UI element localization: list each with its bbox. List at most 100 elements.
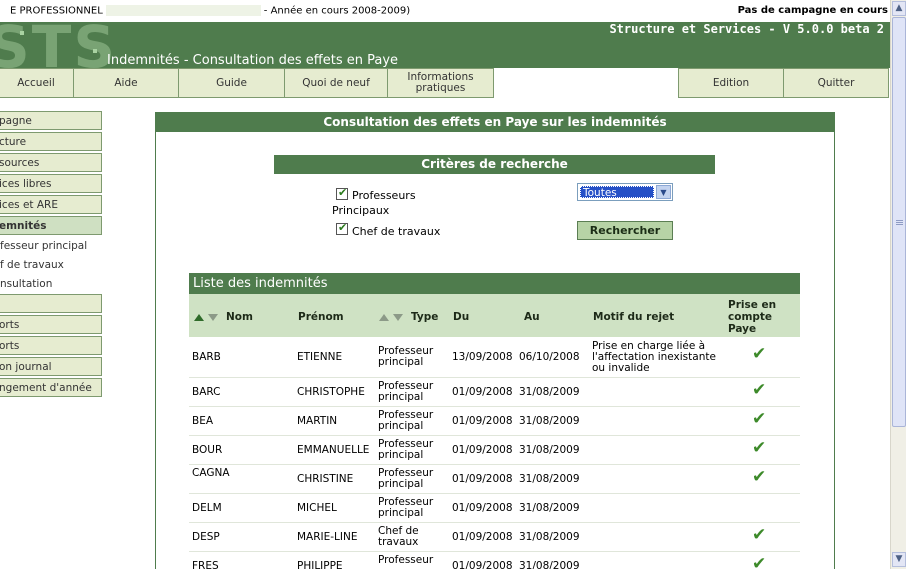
- cell-type-line2: principal: [378, 391, 424, 403]
- cell-nom: FRES: [192, 560, 219, 569]
- cell-du: 01/09/2008: [452, 560, 513, 569]
- app-logo: STS: [0, 22, 118, 68]
- list-header: Nom Prénom Type Du Au Motif du rejet Pri…: [189, 294, 800, 337]
- cell-au: 06/10/2008: [519, 351, 580, 363]
- sidebar-item-changement-annee[interactable]: ngement d'année: [0, 378, 102, 397]
- cell-au: 31/08/2009: [519, 444, 580, 456]
- table-row: DESP MARIE-LINE Chef de travaux 01/09/20…: [189, 523, 800, 552]
- cell-au: 31/08/2009: [519, 502, 580, 514]
- sidebar-item-ressources[interactable]: sources: [0, 153, 102, 172]
- table-row: BEA MARTIN Professeur principal 01/09/20…: [189, 407, 800, 436]
- cell-nom: BOUR: [192, 444, 223, 456]
- col-prenom: Prénom: [298, 311, 344, 323]
- col-motif: Motif du rejet: [593, 311, 675, 323]
- sidebar-item-campagne[interactable]: pagne: [0, 111, 102, 130]
- check-icon: ✔: [752, 409, 767, 429]
- cell-prenom: CHRISTOPHE: [297, 386, 365, 398]
- menu-quoi-de-neuf[interactable]: Quoi de neuf: [284, 68, 388, 98]
- header-banner: STS Structure et Services - V 5.0.0 beta…: [0, 22, 890, 68]
- main-menu: Accueil Aide Guide Quoi de neuf Informat…: [0, 68, 890, 98]
- grip-line: [896, 220, 903, 221]
- sidebar-item-exports[interactable]: orts: [0, 315, 102, 334]
- cell-au: 31/08/2009: [519, 415, 580, 427]
- menu-guide[interactable]: Guide: [178, 68, 285, 98]
- scroll-down-icon[interactable]: ▼: [892, 552, 906, 567]
- sort-desc-icon[interactable]: [208, 314, 218, 321]
- cell-type-line2: principal: [378, 478, 424, 490]
- sort-asc-icon[interactable]: [194, 314, 204, 321]
- cell-prenom: MICHEL: [297, 502, 337, 514]
- context-info: E PROFESSIONNEL - Année en cours 2008-200…: [10, 5, 410, 17]
- cell-au: 31/08/2009: [519, 560, 580, 569]
- redacted-highlight: [105, 5, 261, 16]
- cell-type-line2: principal: [378, 420, 424, 432]
- col-prise-line3: Paye: [728, 323, 757, 335]
- cell-du: 01/09/2008: [452, 444, 513, 456]
- scroll-up-icon[interactable]: ▲: [892, 1, 906, 16]
- sidebar-item-blank[interactable]: [0, 294, 102, 313]
- checkbox-professeurs-principaux[interactable]: ✔: [336, 186, 348, 200]
- table-row: FRES PHILIPPE Professeur 01/09/2008 31/0…: [189, 552, 800, 569]
- cell-type-line2: principal: [378, 507, 424, 519]
- menu-edition[interactable]: Edition: [678, 68, 784, 98]
- sort-asc-icon[interactable]: [379, 314, 389, 321]
- checkbox-label-chef-de-travaux: Chef de travaux: [352, 225, 441, 238]
- checkbox-label-professeurs: Professeurs: [352, 189, 416, 202]
- cell-du: 01/09/2008: [452, 415, 513, 427]
- cell-prenom: EMMANUELLE: [297, 444, 370, 456]
- chevron-down-icon[interactable]: ▼: [656, 185, 671, 199]
- checkbox-chef-de-travaux[interactable]: ✔: [336, 221, 348, 235]
- cell-type-line1: Professeur: [378, 554, 434, 566]
- grip-line: [896, 224, 903, 225]
- col-prise-line1: Prise en: [728, 299, 777, 311]
- list-title: Liste des indemnités: [189, 273, 800, 294]
- scrollbar-thumb[interactable]: [892, 17, 906, 427]
- criteria-title: Critères de recherche: [274, 155, 715, 174]
- table-row: CAGNA CHRISTINE Professeur principal 01/…: [189, 465, 800, 494]
- cell-nom: BARC: [192, 386, 221, 398]
- check-icon: ✔: [752, 344, 767, 364]
- col-type[interactable]: Type: [411, 311, 438, 323]
- select-value: Toutes: [580, 186, 654, 199]
- sidebar-item-structure[interactable]: cture: [0, 132, 102, 151]
- table-row: BARC CHRISTOPHE Professeur principal 01/…: [189, 378, 800, 407]
- cell-type-line2: principal: [378, 356, 424, 368]
- sort-desc-icon[interactable]: [393, 314, 403, 321]
- table-row: DELM MICHEL Professeur principal 01/09/2…: [189, 494, 800, 523]
- table-row: BOUR EMMANUELLE Professeur principal 01/…: [189, 436, 800, 465]
- sidebar-item-indemnites[interactable]: emnités: [0, 216, 102, 235]
- sidebar-item-rapports[interactable]: orts: [0, 336, 102, 355]
- check-icon: ✔: [752, 525, 767, 545]
- sidebar-sub-chef-de-travaux[interactable]: f de travaux: [0, 259, 64, 271]
- cell-prenom: MARIE-LINE: [297, 531, 358, 543]
- cell-type-line2: principal: [378, 449, 424, 461]
- panel-title: Consultation des effets en Paye sur les …: [156, 113, 834, 132]
- check-icon: ✔: [752, 438, 767, 458]
- cell-nom: DESP: [192, 531, 220, 543]
- context-suffix: - Année en cours 2008-2009): [263, 5, 411, 17]
- menu-informations-pratiques[interactable]: Informations pratiques: [387, 68, 494, 98]
- campaign-status: Pas de campagne en cours: [737, 5, 888, 16]
- vertical-scrollbar[interactable]: ▲ ▼: [890, 0, 906, 569]
- page-title: Indemnités - Consultation des effets en …: [107, 53, 399, 68]
- col-nom[interactable]: Nom: [226, 311, 253, 323]
- sidebar-item-services-are[interactable]: ices et ARE: [0, 195, 102, 214]
- col-au: Au: [524, 311, 540, 323]
- menu-quitter[interactable]: Quitter: [783, 68, 889, 98]
- sidebar-sub-consultation[interactable]: nsultation: [0, 278, 52, 290]
- cell-du: 01/09/2008: [452, 473, 513, 485]
- checkbox-label-principaux: Principaux: [332, 204, 390, 217]
- search-button[interactable]: Rechercher: [577, 221, 673, 240]
- logo-dot: [20, 31, 24, 35]
- cell-prenom: CHRISTINE: [297, 473, 354, 485]
- check-icon: ✔: [752, 554, 767, 569]
- type-select[interactable]: Toutes ▼: [577, 183, 673, 201]
- cell-nom: CAGNA: [192, 467, 230, 479]
- menu-accueil[interactable]: Accueil: [0, 68, 74, 98]
- menu-aide[interactable]: Aide: [73, 68, 179, 98]
- sidebar-sub-professeur-principal[interactable]: fesseur principal: [0, 240, 87, 252]
- cell-au: 31/08/2009: [519, 531, 580, 543]
- sidebar-item-services-libres[interactable]: ices libres: [0, 174, 102, 193]
- check-icon: ✔: [338, 221, 348, 234]
- sidebar-item-journal[interactable]: on journal: [0, 357, 102, 376]
